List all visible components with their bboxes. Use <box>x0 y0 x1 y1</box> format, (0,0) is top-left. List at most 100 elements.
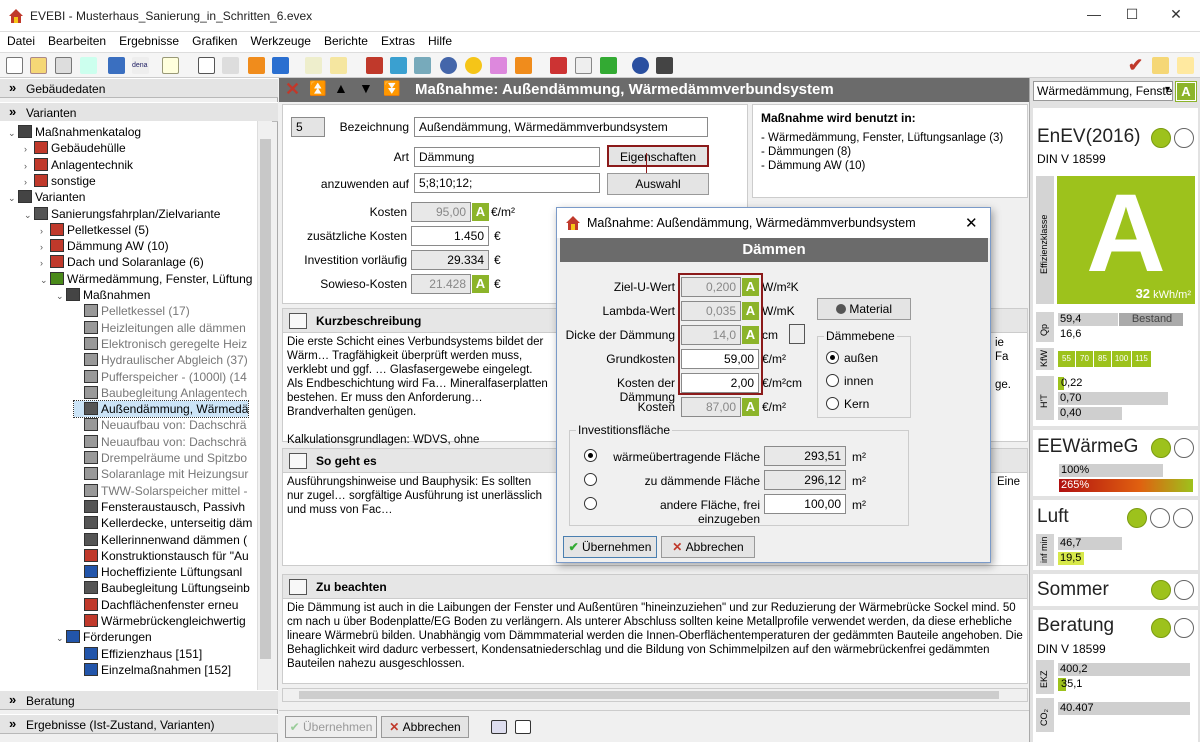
help-icon[interactable] <box>632 57 649 74</box>
bezeichnung-input[interactable]: Außendämmung, Wärmedämmverbundsystem <box>414 117 708 137</box>
flaeche-zu-daemmend-radio[interactable] <box>584 473 597 486</box>
section-varianten[interactable]: Varianten <box>0 102 278 122</box>
chart-icon[interactable] <box>600 57 617 74</box>
tree-item[interactable]: Drempelräume und Spitzbo <box>74 450 247 466</box>
section-gebaeudedaten[interactable]: Gebäudedaten <box>0 78 278 98</box>
variant-dropdown[interactable]: Wärmedämmung, Fenste ▾ <box>1033 81 1173 101</box>
minimize-button[interactable]: — <box>1084 6 1104 26</box>
uebernehmen-disabled-button[interactable]: ✔ Übernehmen <box>285 716 377 738</box>
menu-ergebnisse[interactable]: Ergebnisse <box>112 32 185 48</box>
tree-item[interactable]: Baubegleitung Anlagentech <box>74 385 247 401</box>
menu-hilfe[interactable]: Hilfe <box>421 32 458 48</box>
tree-icon[interactable] <box>305 57 322 74</box>
flaeche-waermeuebertragend-radio[interactable] <box>584 449 597 462</box>
tree-item[interactable]: Hocheffiziente Lüftungsanl <box>74 564 242 580</box>
dialog-abbrechen-button[interactable]: ✕ Abbrechen <box>661 536 755 558</box>
wand-icon[interactable] <box>162 57 179 74</box>
next-orange-icon[interactable] <box>248 57 265 74</box>
tree-item[interactable]: Elektronisch geregelte Heiz <box>74 336 247 352</box>
tree-item[interactable]: › Gebäudehülle <box>24 140 126 156</box>
chevron-right-icon[interactable]: › <box>40 239 50 255</box>
auswahl-button[interactable]: Auswahl <box>607 173 709 195</box>
move-bottom-icon[interactable]: ⏬ <box>383 80 400 97</box>
tree-item[interactable]: Effizienzhaus [151] <box>74 646 202 662</box>
chevron-down-icon[interactable]: ⌄ <box>56 288 66 304</box>
image-icon[interactable] <box>575 57 592 74</box>
menu-extras[interactable]: Extras <box>374 32 421 48</box>
tree-item[interactable]: ⌄ Wärmedämmung, Fenster, Lüftung <box>40 271 252 287</box>
move-down-icon[interactable]: ▼ <box>359 80 373 96</box>
tree-item[interactable]: Einzelmaßnahmen [152] <box>74 662 231 678</box>
tree-item[interactable]: ⌄ Maßnahmen <box>56 287 150 303</box>
sun-icon[interactable] <box>465 57 482 74</box>
tree-item[interactable]: Pelletkessel (17) <box>74 303 190 319</box>
delete-icon[interactable]: ✕ <box>285 79 300 100</box>
document-icon[interactable] <box>198 57 215 74</box>
eigenschaften-button[interactable]: Eigenschaften <box>607 145 709 167</box>
chevron-down-icon[interactable]: ⌄ <box>40 272 50 288</box>
horizontal-scrollbar[interactable] <box>282 688 1028 702</box>
flaeche-andere-input[interactable]: 100,00 <box>764 494 846 514</box>
tree-item[interactable]: Pufferspeicher - (1000l) (14 <box>74 369 247 385</box>
login-icon[interactable] <box>1152 57 1169 74</box>
ebene-innen-radio[interactable] <box>826 374 839 387</box>
chevron-right-icon[interactable]: › <box>40 223 50 239</box>
chevron-down-icon[interactable]: ⌄ <box>8 125 18 141</box>
tree-item[interactable]: › Dach und Solaranlage (6) <box>40 254 204 270</box>
search-tool-icon[interactable] <box>414 57 431 74</box>
zus-kosten-input[interactable]: 1.450 <box>411 226 489 246</box>
close-window-button[interactable]: ✕ <box>1166 6 1186 26</box>
trend-icon[interactable] <box>1177 57 1194 74</box>
anzuwenden-input[interactable]: 5;8;10;12; <box>414 173 600 193</box>
menu-datei[interactable]: Datei <box>0 32 41 48</box>
next-blue-icon[interactable] <box>272 57 289 74</box>
tree-item[interactable]: Kellerdecke, unterseitig däm <box>74 515 252 531</box>
list-icon[interactable] <box>330 57 347 74</box>
ebene-kern-radio[interactable] <box>826 397 839 410</box>
tree-item[interactable]: Heizleitungen alle dämmen <box>74 320 246 336</box>
dialog-uebernehmen-button[interactable]: ✔ Übernehmen <box>563 536 657 558</box>
tree-item[interactable]: › Pelletkessel (5) <box>40 222 149 238</box>
chevron-right-icon[interactable]: › <box>24 158 34 174</box>
scrollbar-thumb[interactable] <box>260 139 271 659</box>
redo-icon[interactable] <box>108 57 125 74</box>
move-up-icon[interactable]: ▲ <box>334 80 348 96</box>
tree-item[interactable]: ⌄ Varianten <box>8 189 85 205</box>
tree-item[interactable]: Dachflächenfenster erneu <box>74 597 238 613</box>
chevron-right-icon[interactable]: › <box>24 174 34 190</box>
fan-icon[interactable] <box>440 57 457 74</box>
dena-icon[interactable]: dena <box>132 57 149 74</box>
dialog-close-button[interactable]: ✕ <box>965 214 978 232</box>
chevron-down-icon[interactable]: ⌄ <box>56 630 66 646</box>
material-button[interactable]: Material <box>817 298 911 320</box>
tree-item[interactable]: ⌄ Sanierungsfahrplan/Zielvariante <box>24 206 220 222</box>
tree-item[interactable]: › Anlagentechnik <box>24 157 133 173</box>
export-icon[interactable] <box>222 57 239 74</box>
section-beratung[interactable]: Beratung <box>0 690 278 710</box>
new-file-icon[interactable] <box>6 57 23 74</box>
check-mark-icon[interactable]: ✔ <box>1128 55 1143 76</box>
window-icon[interactable] <box>490 57 507 74</box>
calculator-icon[interactable] <box>789 324 805 344</box>
house-euro-icon[interactable] <box>515 57 532 74</box>
tree-item[interactable]: ⌄ Maßnahmenkatalog <box>8 124 141 140</box>
tree-item[interactable]: Solaranlage mit Heizungsur <box>74 466 248 482</box>
tree-item[interactable]: Wärmebrückengleichwertig <box>74 613 246 629</box>
chevron-right-icon[interactable]: › <box>40 255 50 271</box>
tree-item[interactable]: Neuaufbau von: Dachschrä <box>74 434 246 450</box>
import-icon[interactable] <box>80 57 97 74</box>
maximize-button[interactable]: ☐ <box>1122 6 1142 26</box>
menu-werkzeuge[interactable]: Werkzeuge <box>243 32 316 48</box>
tree-item[interactable]: Baubegleitung Lüftungseinb <box>74 580 250 596</box>
abbrechen-button[interactable]: ✕ Abbrechen <box>381 716 469 738</box>
tree-item[interactable]: Fensteraustausch, Passivh <box>74 499 245 515</box>
chevron-right-icon[interactable]: › <box>24 141 34 157</box>
tree-scrollbar[interactable] <box>257 121 272 696</box>
art-input[interactable]: Dämmung <box>414 147 600 167</box>
chevron-down-icon[interactable]: ⌄ <box>24 207 34 223</box>
view-table-icon[interactable] <box>491 720 507 734</box>
menu-bearbeiten[interactable]: Bearbeiten <box>41 32 112 48</box>
copy-icon[interactable] <box>55 57 72 74</box>
report-icon[interactable] <box>550 57 567 74</box>
tree-item[interactable]: Außendämmung, Wärmedä <box>72 400 250 419</box>
